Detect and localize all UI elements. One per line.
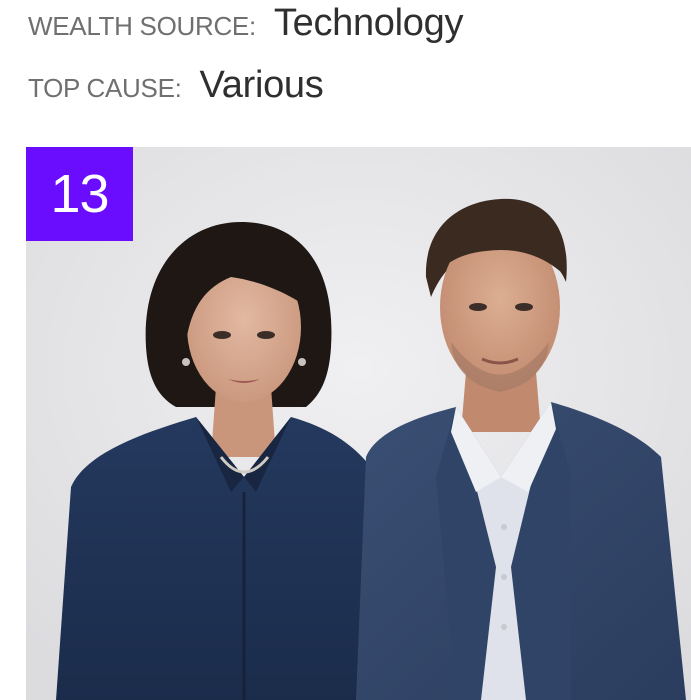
- wealth-source-row: WEALTH SOURCE: Technology: [28, 2, 463, 45]
- top-cause-label: TOP CAUSE:: [28, 73, 182, 103]
- rank-badge: 13: [26, 147, 133, 241]
- top-cause-row: TOP CAUSE: Various: [28, 64, 324, 107]
- profile-card: WEALTH SOURCE: Technology TOP CAUSE: Var…: [0, 0, 691, 700]
- wealth-source-value: Technology: [273, 2, 464, 44]
- wealth-source-label: WEALTH SOURCE:: [28, 11, 256, 41]
- top-cause-value: Various: [199, 64, 324, 106]
